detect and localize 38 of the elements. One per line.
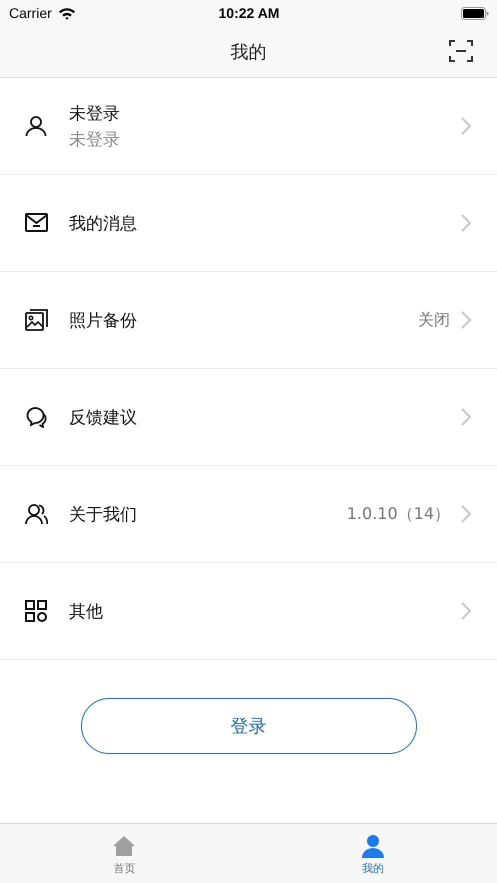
status-time: 10:22 AM [218, 5, 280, 21]
chat-bubbles-icon [25, 406, 48, 428]
user-name: 未登录 [69, 102, 121, 124]
house-icon [111, 834, 138, 858]
menu-row[interactable]: 其他 [0, 563, 497, 660]
person-icon [360, 834, 386, 858]
scan-icon[interactable] [449, 40, 473, 62]
menu-label: 关于我们 [69, 504, 138, 526]
menu-value: 1.0.10（14） [346, 504, 450, 524]
user-status: 未登录 [69, 128, 121, 150]
page-title: 我的 [230, 40, 266, 64]
chevron-icon [460, 601, 472, 621]
menu-row[interactable]: 我的消息 [0, 175, 497, 272]
grid-icon [25, 600, 48, 622]
login-button[interactable]: 登录 [80, 698, 416, 754]
menu-label: 其他 [69, 600, 104, 622]
envelope-icon [25, 212, 48, 234]
menu-label: 我的消息 [69, 212, 138, 234]
menu-label: 反馈建议 [69, 406, 138, 428]
photo-icon [25, 309, 48, 331]
chevron-icon [460, 407, 472, 427]
menu-row[interactable]: 反馈建议 [0, 369, 497, 466]
tab-item[interactable]: 我的 [248, 824, 497, 883]
battery-icon [460, 6, 489, 20]
menu-label: 照片备份 [69, 310, 138, 332]
tab-item[interactable]: 首页 [0, 824, 248, 883]
people-icon [25, 503, 48, 525]
menu-row[interactable]: 关于我们 1.0.10（14） [0, 466, 497, 563]
chevron-icon [460, 116, 472, 136]
menu-row[interactable]: 未登录 未登录 [0, 78, 497, 175]
wifi-icon [58, 6, 76, 20]
menu-value: 关闭 [418, 310, 450, 330]
chevron-icon [460, 310, 472, 330]
person-icon [25, 115, 48, 137]
menu-row[interactable]: 照片备份 关闭 [0, 272, 497, 369]
chevron-icon [460, 213, 472, 233]
chevron-icon [460, 504, 472, 524]
carrier-label: Carrier [9, 5, 52, 21]
